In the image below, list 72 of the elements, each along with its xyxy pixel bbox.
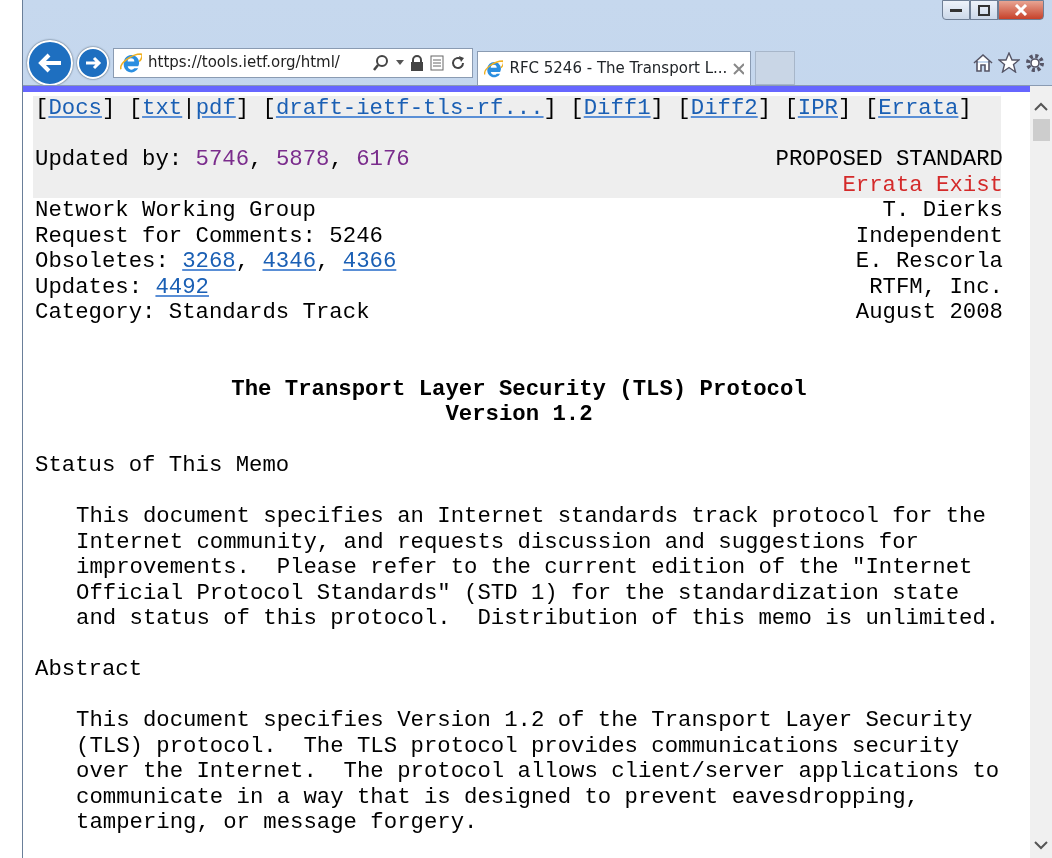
text-label: Updated by: (35, 146, 184, 172)
link[interactable]: Diff1 (583, 95, 651, 121)
text-label: ] [ (543, 95, 584, 121)
text-label: , (329, 146, 344, 172)
document-title: The Transport Layer Security (TLS) Protocol (231, 375, 807, 402)
close-tab-icon[interactable] (733, 62, 744, 75)
section-heading: Status of This Memo (35, 452, 290, 478)
section-heading: Abstract (35, 656, 143, 682)
browser-logo-icon (120, 51, 142, 74)
errata-label: Errata Exist (842, 172, 1003, 198)
link[interactable]: 4366 (342, 248, 397, 274)
link[interactable]: pdf (195, 95, 236, 121)
link[interactable]: 4492 (155, 273, 209, 300)
text-label: [ (35, 95, 49, 121)
link[interactable]: 4346 (262, 248, 316, 274)
link[interactable]: Docs (48, 95, 102, 121)
link[interactable]: draft-ietf-tls-rf... (275, 95, 544, 121)
text-label: ] [ (650, 95, 691, 121)
back-button[interactable] (27, 39, 73, 86)
lock-icon[interactable] (410, 54, 424, 71)
link[interactable]: Errata (878, 95, 959, 121)
maximize-icon (978, 4, 990, 16)
text-label: Network Working Group (35, 197, 316, 223)
author-label: RTFM, Inc. (869, 274, 1003, 300)
settings-icon[interactable] (1024, 51, 1046, 74)
link[interactable]: 5878 (275, 146, 330, 172)
link[interactable]: 3268 (182, 248, 236, 274)
text-label: , (235, 248, 251, 274)
text-label: Category: Standards Track (35, 299, 370, 325)
forward-button[interactable] (77, 46, 109, 79)
author-label: E. Rescorla (855, 249, 1003, 275)
link[interactable]: 5746 (195, 146, 250, 172)
paragraph: This document specifies an Internet standards track protocol for the Internet community, and requests discussion and suggestions for improvements. Please refer to the current edition of the "Internet Official Protocol Standards" (STD 1) for the standardization state and status of this protocol. Distribution of this memo is unlimited. (76, 504, 1001, 632)
status-label: PROPOSED STANDARD (775, 147, 1003, 173)
author-label: Independent (855, 223, 1003, 249)
link[interactable]: txt (142, 95, 183, 121)
forward-arrow-icon (84, 54, 102, 71)
text-label: Request for Comments: 5246 (35, 222, 383, 249)
refresh-icon[interactable] (450, 54, 466, 71)
close-button[interactable] (998, 0, 1044, 20)
caret-icon[interactable] (396, 60, 404, 65)
text-label: | (182, 95, 196, 121)
author-label: August 2008 (855, 300, 1003, 326)
text-label: ] (958, 95, 972, 121)
author-label: T. Dierks (882, 198, 1003, 224)
text-label: , (316, 248, 331, 274)
star-icon[interactable] (998, 52, 1020, 73)
scroll-up-icon[interactable] (1034, 102, 1048, 111)
search-icon[interactable] (372, 53, 390, 72)
maximize-button[interactable] (970, 0, 998, 20)
link[interactable]: IPR (797, 95, 838, 121)
close-icon (1014, 4, 1028, 16)
text-label: ] [ (101, 95, 143, 121)
paragraph: This document specifies Version 1.2 of the Transport Layer Security (TLS) protocol. The TLS protocol provides communications security over the Internet. The protocol allows client/server applications to communicate in a way that is designed to prevent eavesdropping, tampering, or message forgery. (76, 708, 1001, 836)
address-bar[interactable]: https://tools.ietf.org/html/ (113, 47, 473, 78)
browser-tab[interactable]: RFC 5246 - The Transport L... (477, 51, 751, 85)
minimize-button[interactable] (942, 0, 970, 20)
document-title: Version 1.2 (445, 401, 593, 427)
text-label: Obsoletes: (35, 248, 170, 274)
scroll-down-icon[interactable] (1034, 841, 1048, 850)
link[interactable]: Diff2 (690, 95, 758, 121)
text-label: Updates: (35, 273, 144, 300)
link[interactable]: 6176 (356, 146, 410, 172)
browser-logo-icon (484, 57, 504, 80)
home-icon[interactable] (972, 52, 994, 73)
back-arrow-icon (37, 51, 63, 74)
text-label: ] [ (235, 95, 276, 121)
text-label: , (249, 146, 264, 172)
minimize-icon (950, 7, 962, 13)
scrollbar-thumb[interactable] (1032, 119, 1050, 141)
text-label: ] [ (757, 95, 798, 121)
text-label: ] [ (838, 95, 879, 121)
